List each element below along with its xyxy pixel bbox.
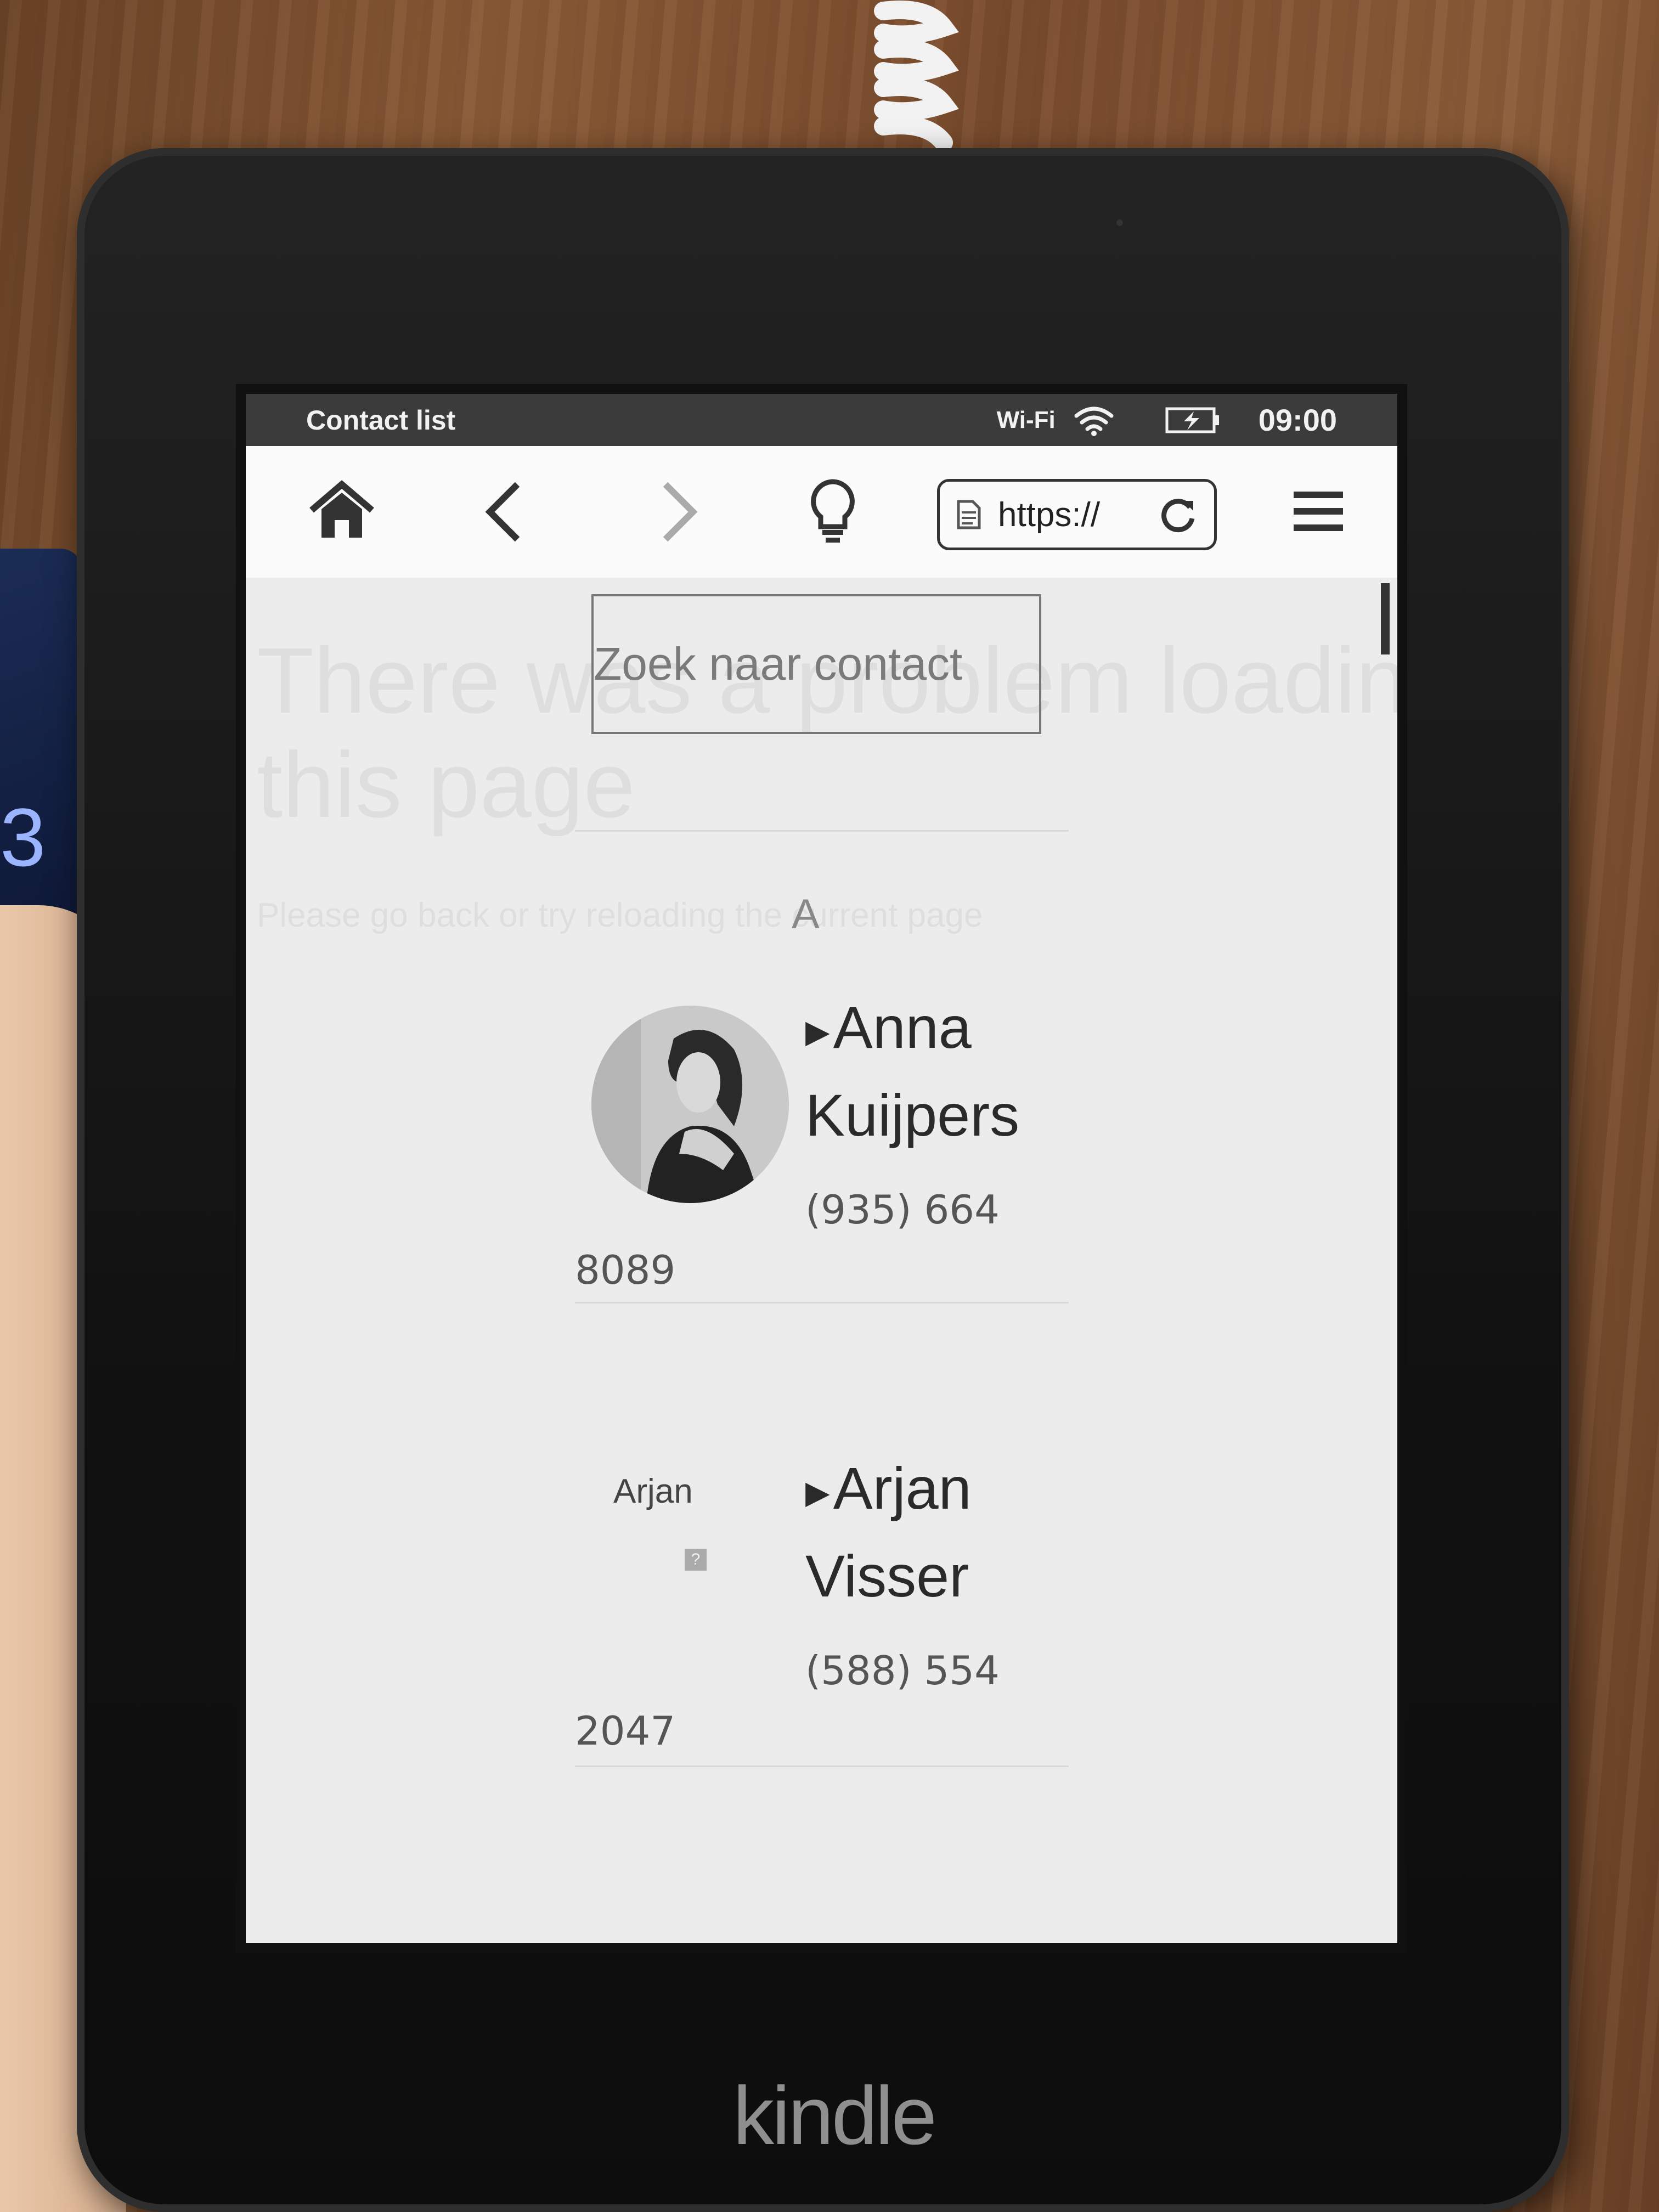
contact-phone-cont: 8089 bbox=[575, 1247, 676, 1293]
e-ink-screen: Contact list Wi-Fi 09:00 https:// There … bbox=[236, 384, 1407, 1953]
contact-name-last[interactable]: Kuijpers bbox=[805, 1071, 1019, 1159]
divider bbox=[575, 830, 1069, 832]
charging-cable bbox=[874, 1, 959, 152]
error-subtitle-ghost: Please go back or try reloading the curr… bbox=[257, 896, 983, 934]
wifi-icon bbox=[1074, 407, 1114, 436]
menu-button[interactable] bbox=[1283, 476, 1354, 548]
browser-display: Contact list Wi-Fi 09:00 https:// There … bbox=[246, 394, 1397, 1943]
divider bbox=[575, 1302, 1069, 1304]
page-content: There was a problem loading this page Pl… bbox=[246, 578, 1397, 1943]
contact-name-first[interactable]: ▶Arjan bbox=[805, 1444, 972, 1537]
battery-charging-icon bbox=[1165, 407, 1219, 433]
reload-icon[interactable] bbox=[1159, 495, 1198, 534]
section-letter: A bbox=[792, 891, 820, 938]
light-sensor bbox=[1116, 219, 1123, 226]
contact-phone: (588) 554 bbox=[805, 1647, 1000, 1694]
forward-icon bbox=[663, 482, 698, 542]
search-input[interactable] bbox=[591, 594, 1041, 734]
contact-phone-cont: 2047 bbox=[575, 1708, 676, 1754]
status-title: Contact list bbox=[306, 404, 456, 436]
forward-button[interactable] bbox=[641, 476, 712, 548]
kindle-logo: kindle bbox=[733, 2069, 937, 2162]
avatar-alt-text: Arjan bbox=[613, 1472, 693, 1510]
back-button[interactable] bbox=[471, 476, 542, 548]
wifi-label: Wi-Fi bbox=[996, 406, 1056, 433]
browser-toolbar: https:// bbox=[246, 446, 1397, 581]
home-button[interactable] bbox=[306, 476, 377, 548]
broken-avatar-image: Arjan ? bbox=[591, 1455, 789, 1653]
divider bbox=[575, 1765, 1069, 1767]
error-title-ghost-2: this page bbox=[257, 733, 635, 837]
contact-name-first[interactable]: ▶Anna bbox=[805, 984, 972, 1076]
contact-name-last[interactable]: Visser bbox=[805, 1532, 969, 1620]
avatar bbox=[591, 1006, 789, 1203]
lightbulb-icon bbox=[811, 479, 855, 543]
contact-phone: (935) 664 bbox=[805, 1187, 1000, 1233]
back-icon bbox=[485, 482, 520, 542]
menu-icon bbox=[1294, 492, 1343, 531]
reading-light-button[interactable] bbox=[797, 476, 868, 548]
home-icon bbox=[309, 480, 374, 538]
broken-image-icon: ? bbox=[685, 1549, 707, 1571]
scrollbar[interactable] bbox=[1381, 583, 1390, 654]
page-icon bbox=[957, 500, 981, 529]
clock: 09:00 bbox=[1258, 403, 1337, 437]
status-bar: Contact list Wi-Fi 09:00 bbox=[246, 394, 1397, 446]
address-bar[interactable]: https:// bbox=[937, 479, 1217, 550]
url-text: https:// bbox=[998, 495, 1101, 534]
